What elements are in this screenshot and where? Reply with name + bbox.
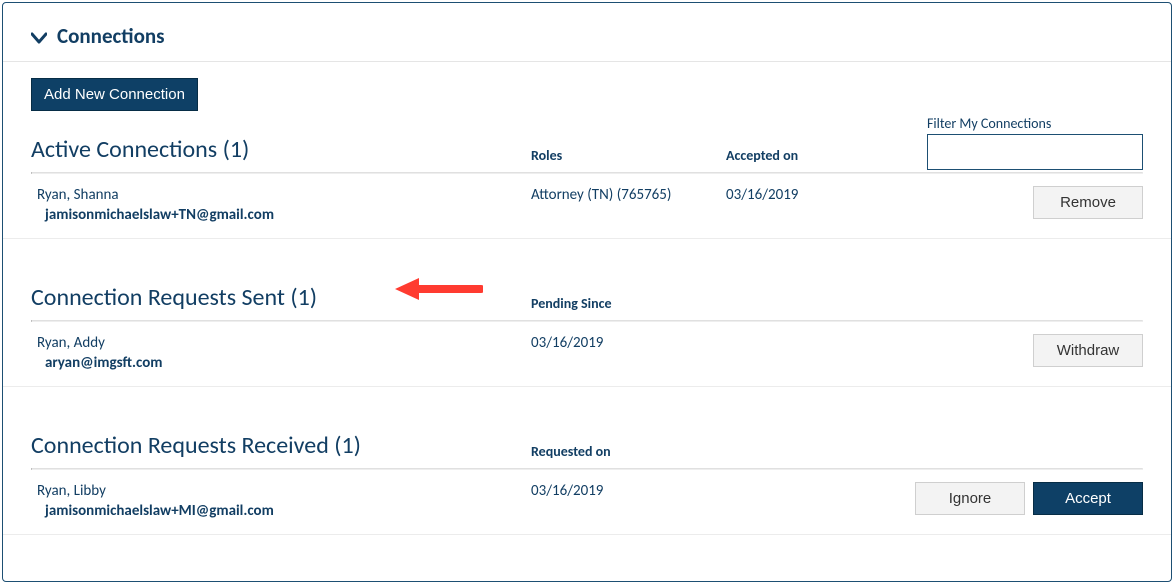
accept-button[interactable]: Accept bbox=[1033, 482, 1143, 515]
person-cell: Ryan, Libby jamisonmichaelslaw+MI@gmail.… bbox=[31, 482, 531, 520]
chevron-down-icon bbox=[31, 30, 47, 42]
add-connection-button[interactable]: Add New Connection bbox=[31, 78, 198, 111]
received-row: Ryan, Libby jamisonmichaelslaw+MI@gmail.… bbox=[3, 470, 1171, 535]
active-row: Ryan, Shanna jamisonmichaelslaw+TN@gmail… bbox=[3, 174, 1171, 239]
withdraw-button[interactable]: Withdraw bbox=[1033, 334, 1143, 367]
active-header: Active Connections (1) Roles Accepted on bbox=[31, 119, 1143, 172]
person-name: Ryan, Shanna bbox=[37, 186, 531, 204]
connections-panel: Connections Add New Connection Filter My… bbox=[2, 2, 1172, 582]
roles-cell: Attorney (TN) (765765) bbox=[531, 186, 726, 204]
date-cell: 03/16/2019 bbox=[531, 334, 726, 352]
received-section: Connection Requests Received (1) Request… bbox=[3, 415, 1171, 468]
remove-button[interactable]: Remove bbox=[1033, 186, 1143, 219]
col-pending-header: Pending Since bbox=[531, 295, 726, 320]
ignore-button[interactable]: Ignore bbox=[915, 482, 1025, 515]
person-cell: Ryan, Addy aryan@imgsft.com bbox=[31, 334, 531, 372]
person-email: aryan@imgsft.com bbox=[37, 354, 531, 372]
received-title: Connection Requests Received (1) bbox=[31, 431, 531, 468]
person-name: Ryan, Libby bbox=[37, 482, 531, 500]
col-requested-header: Requested on bbox=[531, 443, 726, 468]
sent-section: Connection Requests Sent (1) Pending Sin… bbox=[3, 267, 1171, 320]
sent-title: Connection Requests Sent (1) bbox=[31, 283, 531, 320]
panel-title: Connections bbox=[57, 23, 165, 49]
panel-toolbar: Add New Connection bbox=[3, 62, 1171, 119]
active-title: Active Connections (1) bbox=[31, 135, 531, 172]
received-header: Connection Requests Received (1) Request… bbox=[31, 415, 1143, 468]
person-name: Ryan, Addy bbox=[37, 334, 531, 352]
date-cell: 03/16/2019 bbox=[531, 482, 726, 500]
panel-header[interactable]: Connections bbox=[3, 3, 1171, 62]
person-cell: Ryan, Shanna jamisonmichaelslaw+TN@gmail… bbox=[31, 186, 531, 224]
date-cell: 03/16/2019 bbox=[726, 186, 896, 204]
sent-header: Connection Requests Sent (1) Pending Sin… bbox=[31, 267, 1143, 320]
person-email: jamisonmichaelslaw+MI@gmail.com bbox=[37, 502, 531, 520]
col-roles-header: Roles bbox=[531, 147, 726, 172]
person-email: jamisonmichaelslaw+TN@gmail.com bbox=[37, 206, 531, 224]
col-accepted-header: Accepted on bbox=[726, 147, 896, 172]
sent-row: Ryan, Addy aryan@imgsft.com 03/16/2019 W… bbox=[3, 322, 1171, 387]
active-section: Filter My Connections Active Connections… bbox=[3, 119, 1171, 172]
